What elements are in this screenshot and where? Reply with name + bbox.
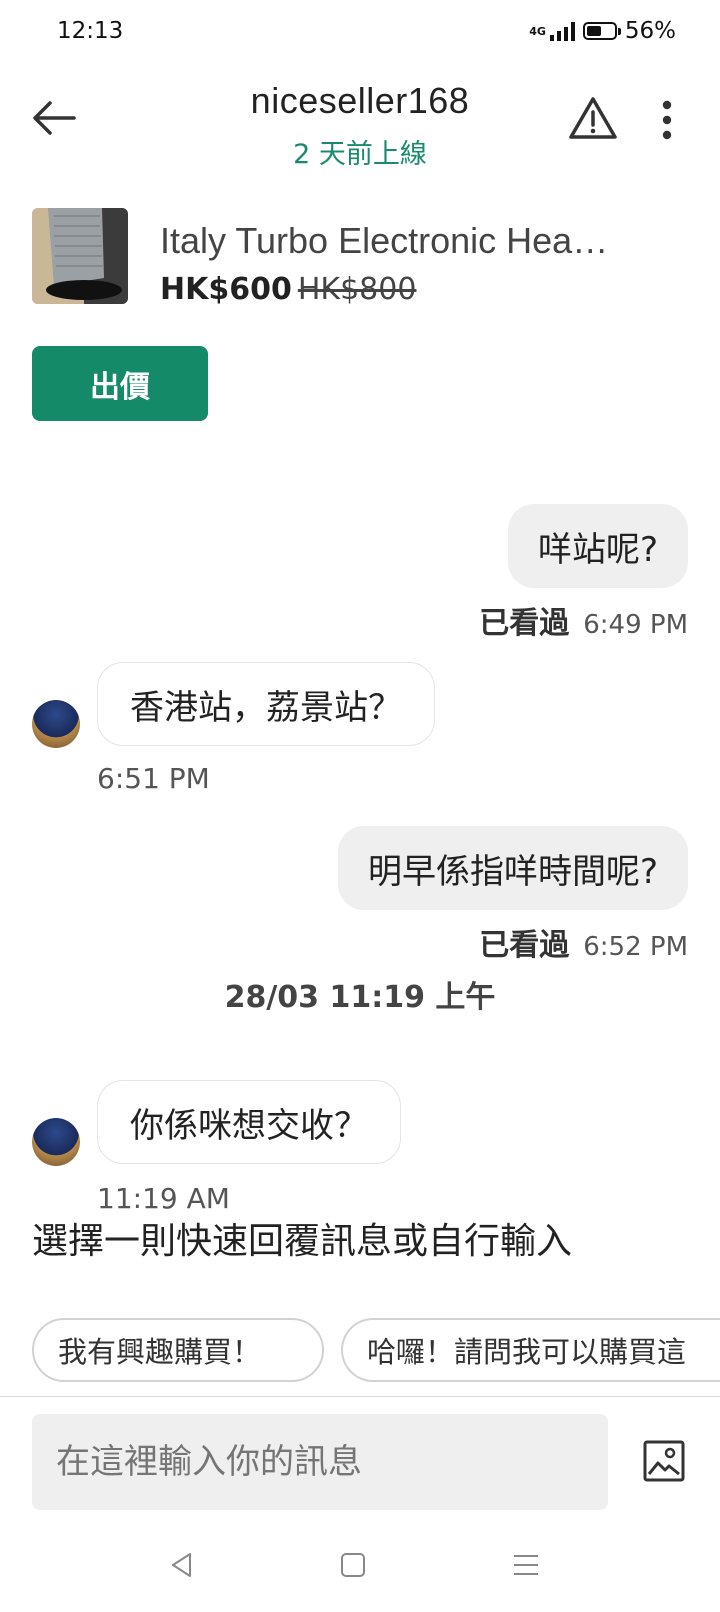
seller-avatar[interactable] bbox=[32, 700, 80, 748]
nav-back-icon[interactable] bbox=[167, 1550, 197, 1580]
image-upload-icon[interactable] bbox=[642, 1439, 686, 1483]
quick-reply-prompt: 選擇一則快速回覆訊息或自行輸入 bbox=[32, 1221, 573, 1262]
original-price: HK$800 bbox=[297, 272, 417, 307]
battery-percent: 56% bbox=[624, 18, 676, 44]
more-vertical-icon[interactable] bbox=[660, 100, 674, 140]
message-meta: 已看過 6:52 PM bbox=[479, 920, 688, 964]
seller-avatar[interactable] bbox=[32, 1118, 80, 1166]
read-status: 已看過 bbox=[479, 928, 570, 963]
nav-menu-icon[interactable] bbox=[511, 1550, 541, 1580]
message-time: 6:51 PM bbox=[97, 762, 210, 795]
message-time: 11:19 AM bbox=[97, 1182, 230, 1215]
divider bbox=[0, 1396, 720, 1397]
message-bubble-incoming[interactable]: 香港站，荔景站？ bbox=[97, 662, 435, 746]
message-time: 6:49 PM bbox=[583, 610, 688, 640]
message-bubble-incoming[interactable]: 你係咪想交收？ bbox=[97, 1080, 401, 1164]
current-price: HK$600 bbox=[160, 272, 292, 307]
message-time: 6:52 PM bbox=[583, 932, 688, 962]
quick-reply-chip[interactable]: 我有興趣購買！ bbox=[32, 1318, 324, 1382]
date-separator: 28/03 11:19 上午 bbox=[224, 980, 496, 1015]
product-title[interactable]: Italy Turbo Electronic Hea… bbox=[160, 220, 680, 262]
message-bubble-outgoing[interactable]: 咩站呢? bbox=[507, 504, 688, 588]
message-meta: 已看過 6:49 PM bbox=[479, 598, 688, 642]
quick-reply-chip[interactable]: 哈囉！請問我可以購買這 bbox=[341, 1318, 720, 1382]
battery-icon bbox=[582, 22, 621, 40]
network-type: 4G bbox=[529, 24, 546, 38]
price-row: HK$600 HK$800 bbox=[160, 272, 416, 307]
warning-triangle-icon[interactable] bbox=[568, 95, 618, 141]
status-indicators: 4G 56% bbox=[529, 18, 676, 44]
message-input[interactable] bbox=[32, 1414, 608, 1510]
make-offer-button[interactable]: 出價 bbox=[32, 346, 208, 421]
signal-icon bbox=[549, 21, 575, 41]
status-time: 12:13 bbox=[57, 18, 124, 44]
nav-home-icon[interactable] bbox=[338, 1550, 368, 1580]
product-thumbnail[interactable] bbox=[32, 208, 128, 304]
message-bubble-outgoing[interactable]: 明早係指咩時間呢? bbox=[337, 826, 688, 910]
read-status: 已看過 bbox=[479, 606, 570, 641]
